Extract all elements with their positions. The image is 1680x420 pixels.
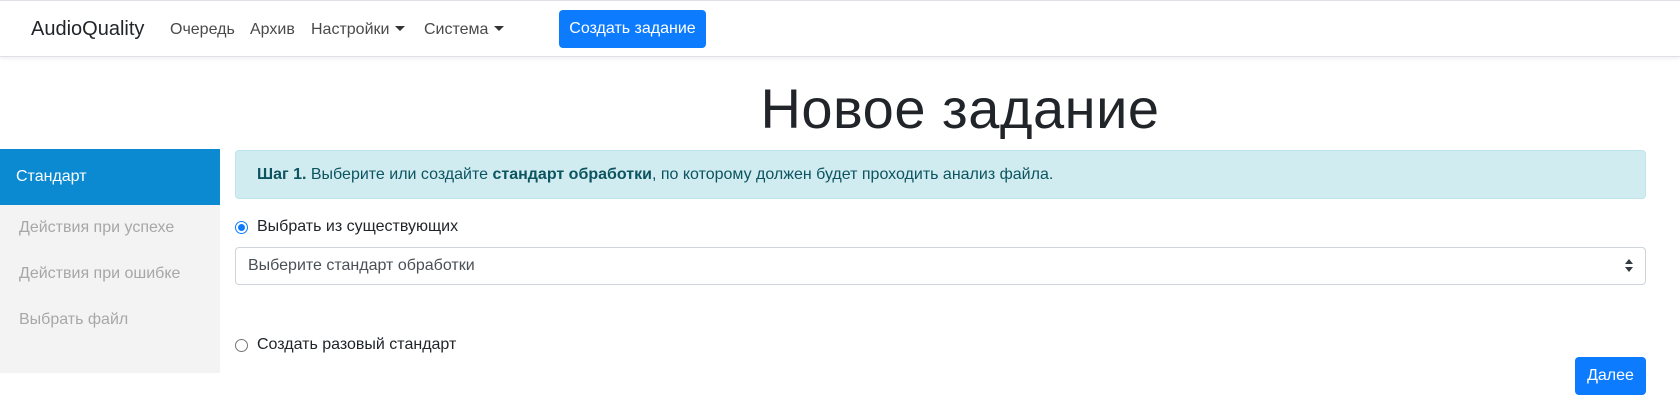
caret-down-icon xyxy=(395,26,406,32)
standard-select-value: Выберите стандарт обработки xyxy=(248,257,475,274)
next-button[interactable]: Далее xyxy=(1575,357,1646,395)
brand-logo[interactable]: AudioQuality xyxy=(31,18,144,41)
step-info-alert: Шаг 1. Выберите или создайте стандарт об… xyxy=(235,150,1646,199)
caret-down-icon xyxy=(494,26,505,32)
select-arrows-icon xyxy=(1625,259,1633,273)
sidebar-item-standard[interactable]: Стандарт xyxy=(0,149,220,205)
step-prefix: Шаг 1. xyxy=(257,165,307,183)
create-task-button[interactable]: Создать задание xyxy=(559,10,706,48)
page-title: Новое задание xyxy=(760,77,1160,140)
standard-select[interactable]: Выберите стандарт обработки xyxy=(235,247,1646,285)
nav-dropdown-system-label: Система xyxy=(424,21,489,38)
steps-sidebar: Стандарт Действия при успехе Действия пр… xyxy=(0,149,220,373)
top-navbar: AudioQuality Очередь Архив Настройки Сис… xyxy=(0,0,1680,57)
step-text-after: , по которому должен будет проходить ана… xyxy=(651,165,1054,183)
radio-option-oneoff[interactable]: Создать разовый стандарт xyxy=(235,336,456,354)
nav-link-archive[interactable]: Архив xyxy=(250,21,295,39)
radio-option-existing-label: Выбрать из существующих xyxy=(257,218,459,235)
radio-option-existing[interactable]: Выбрать из существующих xyxy=(235,218,458,236)
radio-checked-icon[interactable] xyxy=(235,220,248,234)
sidebar-item-select-file[interactable]: Выбрать файл xyxy=(0,297,220,343)
step-bold-text: стандарт обработки xyxy=(492,165,652,183)
radio-option-oneoff-label: Создать разовый стандарт xyxy=(257,336,457,353)
radio-unchecked-icon[interactable] xyxy=(235,338,248,352)
nav-dropdown-system[interactable]: Система xyxy=(424,21,505,39)
nav-dropdown-settings-label: Настройки xyxy=(311,21,390,38)
sidebar-item-error-actions[interactable]: Действия при ошибке xyxy=(0,251,220,297)
nav-dropdown-settings[interactable]: Настройки xyxy=(311,21,406,39)
nav-link-queue[interactable]: Очередь xyxy=(170,21,235,39)
step-text-before: Выберите или создайте xyxy=(306,165,493,183)
sidebar-item-success-actions[interactable]: Действия при успехе xyxy=(0,205,220,251)
